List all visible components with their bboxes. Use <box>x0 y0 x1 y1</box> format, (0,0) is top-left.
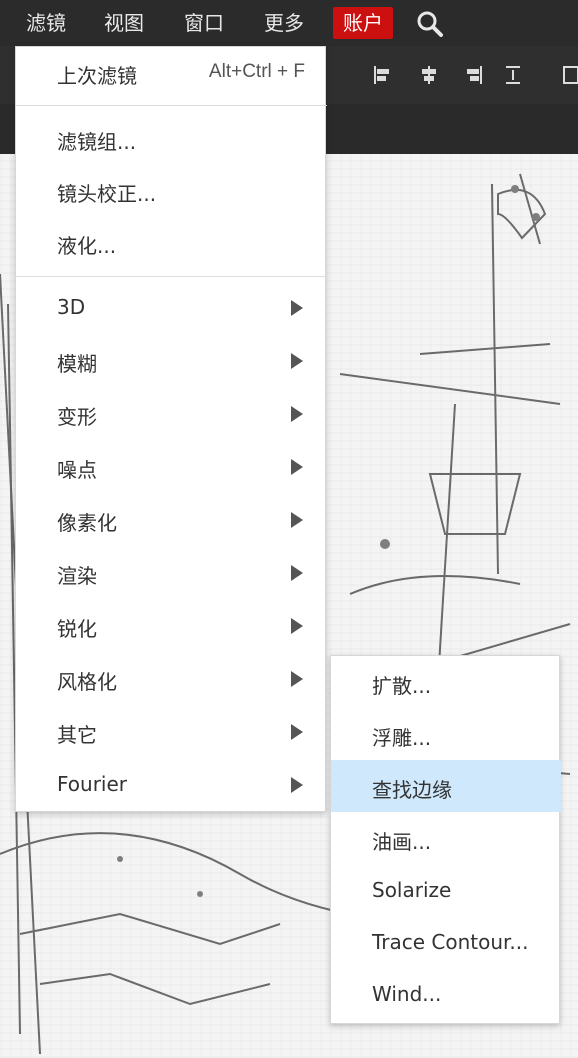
filter-dropdown-menu: 上次滤镜 Alt+Ctrl + F 滤镜组... 镜头校正... 液化... 3… <box>15 46 327 812</box>
chevron-right-icon <box>291 671 303 687</box>
chevron-right-icon <box>291 406 303 422</box>
menu-row-stylize[interactable]: 风格化 <box>16 653 327 705</box>
menu-filter[interactable]: 滤镜 <box>16 7 76 39</box>
search-icon[interactable] <box>414 8 446 40</box>
distribute-icon[interactable] <box>500 62 526 88</box>
menu-view[interactable]: 视图 <box>94 7 154 39</box>
render-label: 渲染 <box>57 564 97 588</box>
menu-more[interactable]: 更多 <box>254 7 314 39</box>
menu-row-noise[interactable]: 噪点 <box>16 441 327 493</box>
stylize-submenu: 扩散... 浮雕... 查找边缘 油画... Solarize Trace Co… <box>330 655 561 1024</box>
find-edges-label: 查找边缘 <box>372 778 452 802</box>
filter-gallery-label: 滤镜组... <box>57 130 137 154</box>
menu-account[interactable]: 账户 <box>333 7 393 39</box>
chevron-right-icon <box>291 353 303 369</box>
menu-row-pixelate[interactable]: 像素化 <box>16 494 327 546</box>
chevron-right-icon <box>291 724 303 740</box>
stylize-label: 风格化 <box>57 670 117 694</box>
menu-row-distort[interactable]: 变形 <box>16 388 327 440</box>
menu-row-blur[interactable]: 模糊 <box>16 335 327 387</box>
submenu-row-oil-paint[interactable]: 油画... <box>331 812 561 864</box>
menu-row-filter-gallery[interactable]: 滤镜组... <box>16 113 327 165</box>
align-right-icon[interactable] <box>460 62 486 88</box>
oil-paint-label: 油画... <box>372 830 432 854</box>
blur-label: 模糊 <box>57 352 97 376</box>
submenu-row-emboss[interactable]: 浮雕... <box>331 708 561 760</box>
chevron-right-icon <box>291 300 303 316</box>
chevron-right-icon <box>291 459 303 475</box>
last-filter-label: 上次滤镜 <box>57 64 137 88</box>
menu-row-lens-correction[interactable]: 镜头校正... <box>16 165 327 217</box>
other-label: 其它 <box>57 723 97 747</box>
menu-row-sharpen[interactable]: 锐化 <box>16 600 327 652</box>
chevron-right-icon <box>291 777 303 793</box>
submenu-row-trace-contour[interactable]: Trace Contour... <box>331 916 561 968</box>
sharpen-label: 锐化 <box>57 617 97 641</box>
panel-icon[interactable] <box>560 62 578 88</box>
top-menubar: 滤镜 视图 窗口 更多 账户 <box>0 0 578 47</box>
noise-label: 噪点 <box>57 458 97 482</box>
solarize-label: Solarize <box>372 878 452 902</box>
menu-separator <box>16 276 327 277</box>
trace-contour-label: Trace Contour... <box>372 930 529 954</box>
diffuse-label: 扩散... <box>372 674 432 698</box>
fourier-label: Fourier <box>57 772 128 796</box>
chevron-right-icon <box>291 512 303 528</box>
submenu-row-diffuse[interactable]: 扩散... <box>331 656 561 708</box>
chevron-right-icon <box>291 565 303 581</box>
3d-label: 3D <box>57 295 86 319</box>
wind-label: Wind... <box>372 982 442 1006</box>
lens-correction-label: 镜头校正... <box>57 182 157 206</box>
submenu-row-wind[interactable]: Wind... <box>331 968 561 1020</box>
menu-row-liquify[interactable]: 液化... <box>16 217 327 269</box>
distort-label: 变形 <box>57 405 97 429</box>
menu-row-other[interactable]: 其它 <box>16 706 327 758</box>
pixelate-label: 像素化 <box>57 511 117 535</box>
menu-row-fourier[interactable]: Fourier <box>16 759 327 811</box>
menu-separator <box>16 105 327 106</box>
menu-row-last-filter[interactable]: 上次滤镜 Alt+Ctrl + F <box>16 47 327 99</box>
menu-window[interactable]: 窗口 <box>174 7 234 39</box>
menu-row-render[interactable]: 渲染 <box>16 547 327 599</box>
submenu-row-find-edges[interactable]: 查找边缘 <box>331 760 561 812</box>
align-center-icon[interactable] <box>416 62 442 88</box>
align-left-icon[interactable] <box>370 62 396 88</box>
menu-row-3d[interactable]: 3D <box>16 282 327 334</box>
emboss-label: 浮雕... <box>372 726 432 750</box>
chevron-right-icon <box>291 618 303 634</box>
submenu-row-solarize[interactable]: Solarize <box>331 864 561 916</box>
last-filter-shortcut: Alt+Ctrl + F <box>208 61 305 82</box>
liquify-label: 液化... <box>57 234 117 258</box>
